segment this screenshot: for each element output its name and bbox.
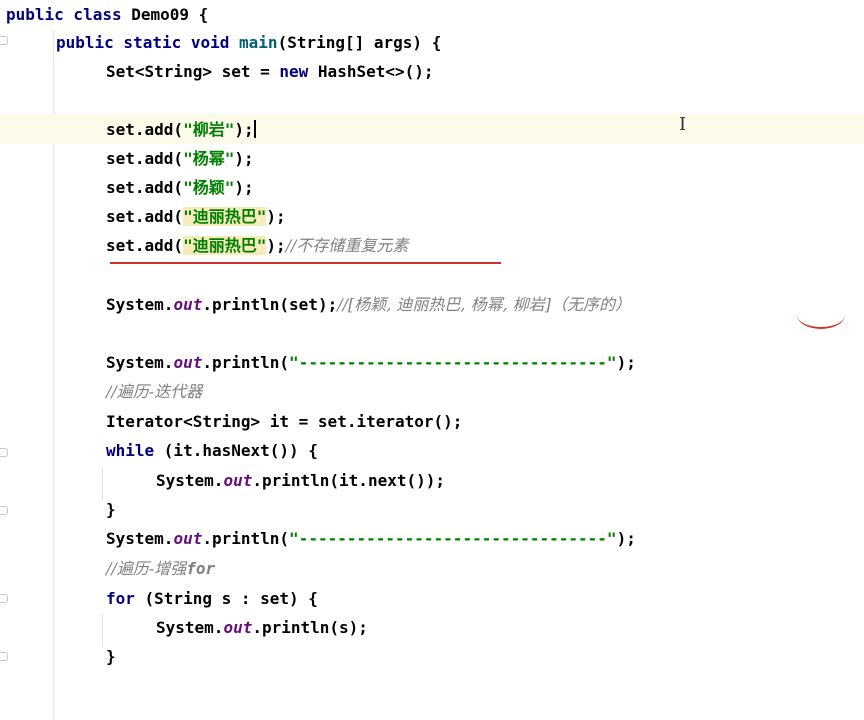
code-token: .println(: [202, 353, 290, 372]
red-underline-annotation: [797, 315, 845, 329]
code-line-print-set[interactable]: System.out.println(set);//[杨颖, 迪丽热巴, 杨幂,…: [106, 290, 631, 319]
red-underline-annotation: [110, 262, 501, 264]
code-line-set-decl[interactable]: Set<String> set = new HashSet<>();: [106, 57, 434, 86]
code-token: }: [106, 647, 116, 666]
code-line-while-loop[interactable]: while (it.hasNext()) {: [106, 436, 318, 465]
code-token: set.add(: [106, 149, 184, 168]
comment-token: //遍历-增强: [106, 559, 187, 578]
keyword-token: public class: [6, 5, 132, 24]
method-name-token: main: [239, 33, 278, 52]
fold-icon[interactable]: [0, 652, 8, 661]
while-indent-guide: [102, 467, 103, 501]
code-token: set.add(: [106, 236, 184, 255]
keyword-token: public static void: [56, 33, 240, 52]
code-token: System.: [106, 353, 174, 372]
editor-gutter: [0, 0, 14, 720]
string-token: "--------------------------------": [289, 353, 617, 372]
code-line-print-next[interactable]: System.out.println(it.next());: [156, 466, 445, 495]
code-line-close-while[interactable]: }: [106, 495, 116, 524]
code-token: );: [234, 178, 254, 197]
code-line-print-sep-1[interactable]: System.out.println("--------------------…: [106, 348, 636, 377]
string-token: "迪丽热巴": [183, 207, 267, 226]
code-token: (it.hasNext()) {: [163, 441, 318, 460]
static-field-token: out: [223, 618, 253, 637]
code-line-iterator-decl[interactable]: Iterator<String> it = set.iterator();: [106, 407, 462, 436]
code-token: .println(set);: [202, 295, 338, 314]
code-line-print-sep-2[interactable]: System.out.println("--------------------…: [106, 524, 636, 553]
code-line-for-loop[interactable]: for (String s : set) {: [106, 584, 318, 613]
code-line-add-5[interactable]: set.add("迪丽热巴");//不存储重复元素: [106, 231, 408, 260]
string-token: "杨幂": [183, 149, 235, 168]
keyword-token: while: [106, 441, 164, 460]
string-token: "迪丽热巴": [183, 236, 267, 255]
text-cursor-icon: I: [679, 114, 687, 135]
code-token: System.: [156, 471, 224, 490]
code-line-main-decl[interactable]: public static void main(String[] args) {: [56, 28, 441, 57]
code-token: .println(it.next());: [252, 471, 445, 490]
fold-icon[interactable]: [0, 36, 8, 45]
code-line-add-2[interactable]: set.add("杨幂");: [106, 144, 254, 173]
code-line-add-3[interactable]: set.add("杨颖");: [106, 173, 254, 202]
comment-token: //不存储重复元素: [285, 236, 409, 255]
string-token: "柳岩": [183, 120, 235, 139]
static-field-token: out: [173, 353, 203, 372]
static-field-token: out: [173, 529, 203, 548]
code-line-comment-foreach[interactable]: //遍历-增强for: [106, 554, 215, 583]
fold-icon[interactable]: [0, 506, 8, 515]
code-line-class-decl[interactable]: public class Demo09 {: [6, 0, 208, 29]
code-token: set.add(: [106, 178, 184, 197]
code-token: System.: [106, 529, 174, 548]
code-line-close-for[interactable]: }: [106, 642, 116, 671]
static-field-token: out: [223, 471, 253, 490]
code-token: set.add(: [106, 207, 184, 226]
code-token: System.: [106, 295, 174, 314]
code-token: }: [106, 500, 116, 519]
code-token: (String s : set) {: [144, 589, 318, 608]
code-token: HashSet<>();: [317, 62, 434, 81]
code-token: );: [616, 529, 636, 548]
keyword-token: new: [279, 62, 318, 81]
code-token: );: [234, 149, 254, 168]
code-token: );: [234, 120, 254, 139]
code-token: );: [266, 207, 286, 226]
comment-token: //遍历-迭代器: [106, 382, 203, 401]
code-line-add-1[interactable]: set.add("柳岩");: [106, 115, 256, 144]
comment-token: //[杨颖, 迪丽热巴, 杨幂, 柳岩]（无序的）: [337, 295, 631, 314]
code-line-comment-iterator[interactable]: //遍历-迭代器: [106, 377, 202, 406]
code-token: Demo09 {: [131, 5, 209, 24]
fold-icon[interactable]: [0, 448, 8, 457]
code-token: System.: [156, 618, 224, 637]
code-token: Set<String> set =: [106, 62, 280, 81]
code-token: );: [266, 236, 286, 255]
code-editor[interactable]: public class Demo09 { public static void…: [0, 0, 864, 720]
code-line-print-s[interactable]: System.out.println(s);: [156, 613, 368, 642]
comment-token: for: [186, 559, 216, 578]
string-token: "杨颖": [183, 178, 235, 197]
code-line-add-4[interactable]: set.add("迪丽热巴");: [106, 202, 286, 231]
string-token: "--------------------------------": [289, 529, 617, 548]
keyword-token: for: [106, 589, 145, 608]
code-token: );: [616, 353, 636, 372]
static-field-token: out: [173, 295, 203, 314]
fold-icon[interactable]: [0, 594, 8, 603]
code-token: set.add(: [106, 120, 184, 139]
for-indent-guide: [102, 613, 103, 647]
code-token: (String[] args) {: [277, 33, 442, 52]
code-token: .println(: [202, 529, 290, 548]
text-caret: [253, 120, 256, 138]
code-token: Iterator<String> it = set.iterator();: [106, 412, 463, 431]
code-token: .println(s);: [252, 618, 368, 637]
